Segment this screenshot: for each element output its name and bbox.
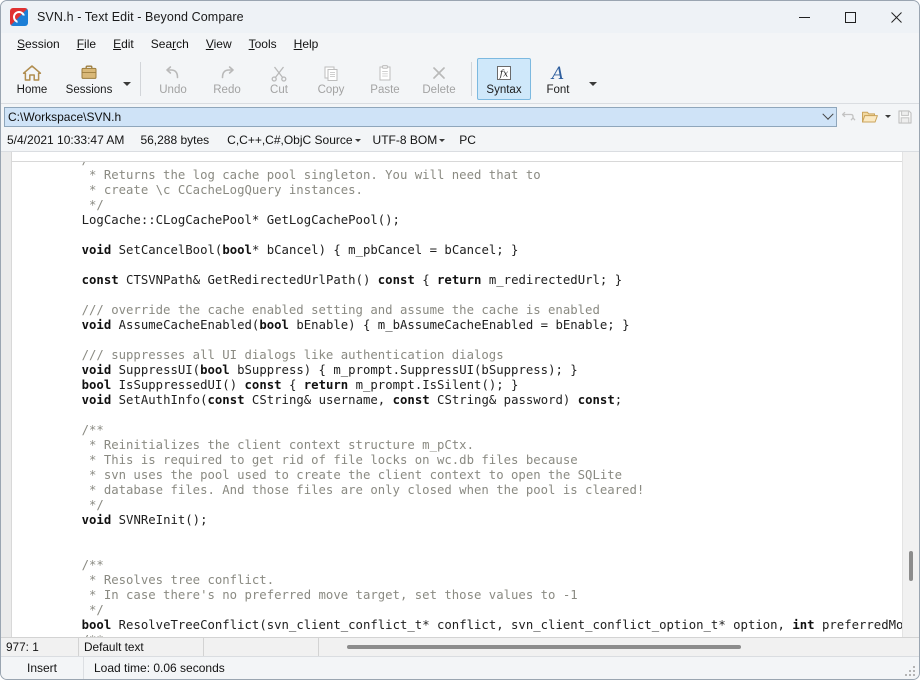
editor-area: /** * Returns the log cache pool singlet… [1,152,919,637]
toolbar-paste-button[interactable]: Paste [358,55,412,103]
text-style-indicator: Default text [79,638,204,656]
toolbar-separator-2 [471,62,472,96]
title-bar: SVN.h - Text Edit - Beyond Compare [1,1,919,33]
horizontal-scrollbar-track[interactable] [329,645,909,649]
resize-grip-icon[interactable] [903,664,915,676]
toolbar-redo-label: Redo [213,83,241,97]
status-bar-secondary: Insert Load time: 0.06 seconds [1,656,919,679]
file-info-bar: 5/4/2021 10:33:47 AM 56,288 bytes C,C++,… [1,129,919,152]
menu-tools[interactable]: Tools [241,35,286,53]
x-cross-icon [429,61,449,82]
menu-view[interactable]: View [198,35,241,53]
toolbar: Home Sessions Undo [1,55,919,104]
vertical-scrollbar[interactable] [902,152,919,637]
clipboard-icon [375,61,395,82]
window-controls [781,1,919,33]
undo-arrow-icon [163,61,183,82]
file-type-dropdown-arrow[interactable] [353,139,363,142]
file-encoding-dropdown-arrow[interactable] [437,139,447,142]
toolbar-undo-label: Undo [159,83,187,97]
toolbar-cut-label: Cut [270,83,288,97]
toolbar-copy-button[interactable]: Copy [304,55,358,103]
redo-arrow-icon [217,61,237,82]
menu-edit[interactable]: Edit [105,35,143,53]
toolbar-paste-label: Paste [370,83,399,97]
file-type-value[interactable]: C,C++,C#,ObjC Source [227,133,352,147]
briefcase-icon [79,61,99,82]
path-value: C:\Workspace\SVN.h [5,110,819,124]
editor-gutter [1,152,12,637]
status-bar-primary: 977: 1 Default text [1,637,919,656]
letter-a-icon: A [548,61,568,82]
cursor-position: 977: 1 [1,638,79,656]
file-linebreak-style: PC [459,133,476,147]
fx-icon: fx [494,61,514,82]
scissors-icon [269,61,289,82]
toolbar-undo-button[interactable]: Undo [146,55,200,103]
menu-help[interactable]: Help [286,35,328,53]
minimize-button[interactable] [781,1,827,33]
menu-session[interactable]: Session [9,35,69,53]
horizontal-scrollbar[interactable] [319,638,919,656]
toolbar-syntax-label: Syntax [486,83,521,97]
toolbar-sessions-label: Sessions [66,83,113,97]
toolbar-home-button[interactable]: Home [5,55,59,103]
menu-file[interactable]: File [69,35,105,53]
toolbar-cut-button[interactable]: Cut [254,55,304,103]
source-code-text[interactable]: /** * Returns the log cache pool singlet… [12,161,902,637]
toolbar-separator-1 [140,62,141,96]
insert-mode-indicator[interactable]: Insert [1,661,83,675]
toolbar-syntax-button[interactable]: fx Syntax [477,58,531,100]
close-button[interactable] [873,1,919,33]
app-logo-icon [10,8,28,26]
beyond-compare-window: SVN.h - Text Edit - Beyond Compare Sessi… [0,0,920,680]
refresh-swap-icon[interactable] [837,106,859,128]
svg-text:fx: fx [499,70,508,80]
toolbar-sessions-button[interactable]: Sessions [59,55,119,103]
horizontal-scrollbar-thumb[interactable] [347,645,741,649]
toolbar-copy-label: Copy [318,83,345,97]
menu-bar: Session File Edit Search View Tools Help [1,33,919,55]
window-title: SVN.h - Text Edit - Beyond Compare [37,10,244,24]
file-size: 56,288 bytes [140,133,209,147]
toolbar-home-label: Home [17,83,48,97]
folder-dropdown-arrow[interactable] [881,115,894,118]
load-time-indicator: Load time: 0.06 seconds [83,657,225,679]
svg-text:A: A [550,64,564,82]
path-input[interactable]: C:\Workspace\SVN.h [4,107,837,127]
status-blank-cell [204,638,319,656]
file-encoding-value[interactable]: UTF-8 BOM [373,133,438,147]
toolbar-font-button[interactable]: A Font [531,55,585,103]
path-dropdown-chevron-icon[interactable] [819,113,836,121]
code-viewport[interactable]: /** * Returns the log cache pool singlet… [12,161,902,637]
maximize-button[interactable] [827,1,873,33]
vertical-scrollbar-thumb[interactable] [909,551,913,581]
toolbar-font-label: Font [546,83,569,97]
path-bar: C:\Workspace\SVN.h [1,104,919,129]
font-dropdown-arrow[interactable] [585,55,601,103]
toolbar-delete-button[interactable]: Delete [412,55,466,103]
home-icon [22,61,42,82]
menu-search[interactable]: Search [143,35,198,53]
file-timestamp: 5/4/2021 10:33:47 AM [7,133,124,147]
folder-open-icon[interactable] [859,106,881,128]
toolbar-redo-button[interactable]: Redo [200,55,254,103]
copy-icon [321,61,341,82]
toolbar-delete-label: Delete [422,83,455,97]
save-disk-icon[interactable] [894,106,916,128]
sessions-dropdown-arrow[interactable] [119,55,135,103]
